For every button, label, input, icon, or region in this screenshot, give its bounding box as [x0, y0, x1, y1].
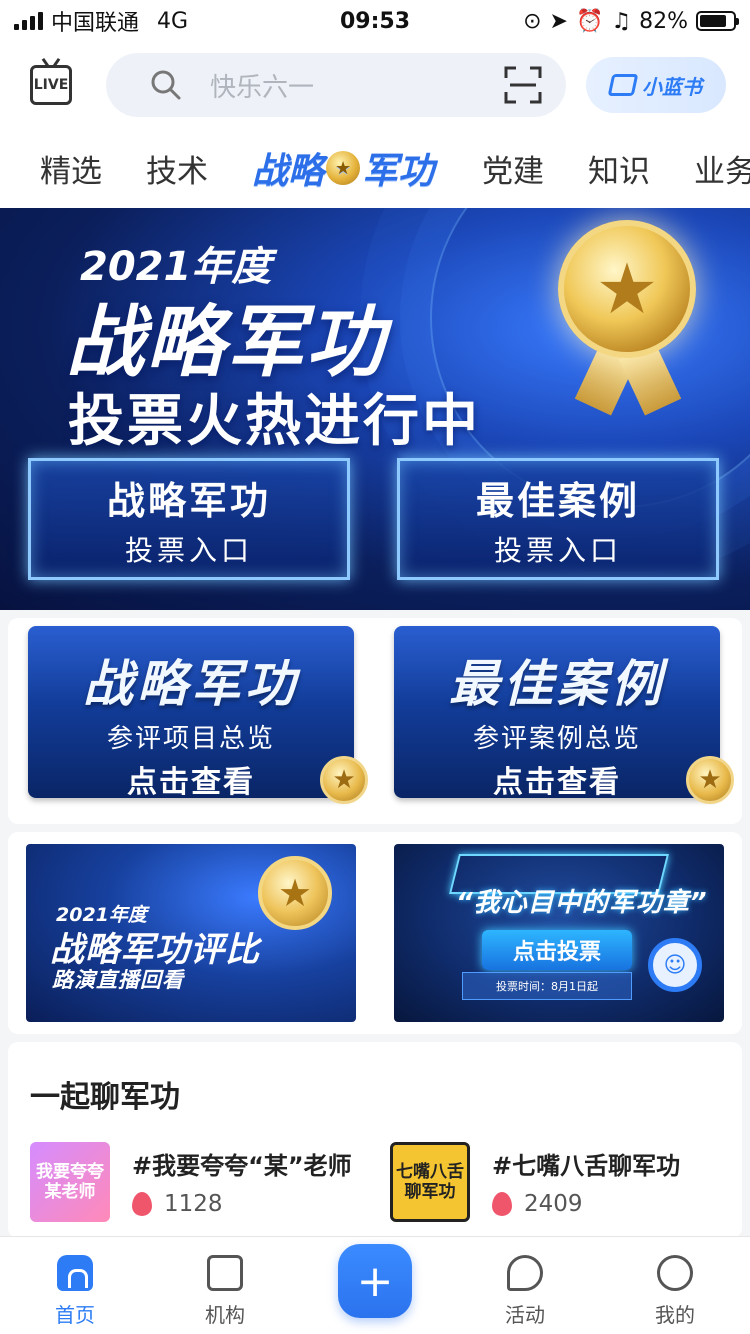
- nav-profile[interactable]: 我的: [600, 1237, 750, 1334]
- xiaolanshu-label: 小蓝书: [642, 74, 702, 99]
- promo-panel: ★ 2021年度 战略军功评比 路演直播回看 “我心目中的军功章” 点击投票 投…: [8, 832, 742, 1034]
- flame-icon: [132, 1192, 152, 1216]
- topic-thumbnail: 我要夸夸某老师: [30, 1142, 110, 1222]
- card-subtitle: 参评案例总览: [472, 724, 641, 754]
- tab-dangjian[interactable]: 党建: [482, 146, 544, 191]
- topic-hot-count: 2409: [524, 1191, 583, 1217]
- network-type: 4G: [157, 8, 189, 34]
- vote-entry-title: 最佳案例: [475, 478, 640, 523]
- nav-activity[interactable]: 活动: [450, 1237, 600, 1334]
- banner-title: “我心目中的军功章”: [456, 888, 708, 918]
- search-placeholder: 快乐六一: [210, 72, 315, 103]
- hero-subtitle: 投票火热进行中: [68, 389, 481, 454]
- medal-icon: ★: [320, 756, 368, 804]
- hero-banner[interactable]: 2021年度 战略军功 投票火热进行中 ★ 战略军功 投票入口 最佳案例 投票入…: [0, 208, 750, 610]
- gold-medal-icon: ★: [558, 220, 696, 358]
- case-overview-card[interactable]: 最佳案例 参评案例总览 点击查看: [394, 626, 720, 798]
- location-icon: ➤: [549, 8, 568, 34]
- tab-yewu[interactable]: 业务: [694, 146, 750, 191]
- topic-item[interactable]: 我要夸夸某老师 #我要夸夸“某”老师 1128: [30, 1142, 352, 1222]
- activity-icon: [507, 1255, 543, 1291]
- live-tv-icon[interactable]: LIVE: [30, 65, 72, 105]
- search-icon: [151, 70, 181, 100]
- vote-entry-title: 战略军功: [106, 478, 271, 523]
- topic-section: 一起聊军功 我要夸夸某老师 #我要夸夸“某”老师 1128 七嘴八舌聊军功 #七…: [8, 1042, 742, 1238]
- top-header: LIVE 快乐六一 小蓝书: [0, 42, 750, 128]
- mascot-icon: ☺: [648, 938, 702, 992]
- topic-name: #七嘴八舌聊军功: [492, 1152, 681, 1180]
- category-tabs: 精选 技术 战略 ★ 军功 党建 知识 业务: [0, 128, 750, 208]
- vote-entry-zhanlue-button[interactable]: 战略军功 投票入口: [28, 458, 350, 580]
- bottom-nav: 首页 机构 + 活动 我的: [0, 1236, 750, 1334]
- topic-item[interactable]: 七嘴八舌聊军功 #七嘴八舌聊军功 2409: [390, 1142, 680, 1222]
- vote-entry-anli-button[interactable]: 最佳案例 投票入口: [397, 458, 719, 580]
- livestream-replay-banner[interactable]: ★ 2021年度 战略军功评比 路演直播回看: [26, 844, 356, 1022]
- nav-label: 我的: [655, 1303, 695, 1327]
- gold-medal-icon: ★: [258, 856, 332, 930]
- nav-org[interactable]: 机构: [150, 1237, 300, 1334]
- tab-zhanlue-jungong[interactable]: 战略 ★ 军功: [252, 142, 434, 194]
- scan-icon[interactable]: [504, 66, 542, 104]
- headphones-icon: ♫: [611, 8, 632, 34]
- battery-percent: 82%: [639, 8, 688, 34]
- plus-icon: +: [338, 1244, 412, 1318]
- tab-jingxuan[interactable]: 精选: [40, 146, 102, 191]
- live-label: LIVE: [33, 77, 69, 93]
- nav-add[interactable]: +: [300, 1237, 450, 1334]
- rotation-lock-icon: ⊙: [523, 8, 542, 34]
- home-icon: [57, 1255, 93, 1291]
- topic-hot-count: 1128: [164, 1191, 223, 1217]
- profile-icon: [657, 1255, 693, 1291]
- topic-name: #我要夸夸“某”老师: [132, 1152, 352, 1180]
- card-title: 战略军功: [83, 655, 299, 713]
- nav-label: 首页: [55, 1303, 95, 1327]
- nav-home[interactable]: 首页: [0, 1237, 150, 1334]
- battery-icon: [696, 11, 739, 31]
- alarm-icon: ⏰: [575, 8, 604, 34]
- vote-medal-banner[interactable]: “我心目中的军功章” 点击投票 投票时间：8月1日起 ☺: [394, 844, 724, 1022]
- org-icon: [207, 1255, 243, 1291]
- card-action: 点击查看: [127, 765, 255, 798]
- tab-jishu[interactable]: 技术: [146, 146, 208, 191]
- card-action: 点击查看: [493, 765, 621, 798]
- medal-icon: ★: [686, 756, 734, 804]
- search-bar[interactable]: 快乐六一: [106, 53, 566, 117]
- vote-entry-label: 投票入口: [493, 533, 622, 567]
- signal-icon: [14, 12, 43, 30]
- section-title: 一起聊军功: [30, 1080, 180, 1115]
- carrier-name: 中国联通: [51, 11, 140, 36]
- card-subtitle: 参评项目总览: [106, 724, 275, 754]
- status-bar: 中国联通 4G 09:53 ⊙ ➤ ⏰ ♫ 82%: [0, 0, 750, 42]
- vote-time: 投票时间：8月1日起: [462, 972, 632, 1000]
- overview-panel: 战略军功 参评项目总览 点击查看 ★ 最佳案例 参评案例总览 点击查看 ★: [8, 618, 742, 824]
- flame-icon: [492, 1192, 512, 1216]
- banner-subtitle: 路演直播回看: [52, 968, 184, 992]
- tab-special-part2: 军功: [362, 151, 435, 192]
- tab-special-part1: 战略: [252, 151, 325, 192]
- medal-icon: ★: [326, 151, 361, 185]
- nav-label: 活动: [505, 1303, 545, 1327]
- card-title: 最佳案例: [449, 655, 665, 713]
- topic-thumbnail: 七嘴八舌聊军功: [390, 1142, 470, 1222]
- tab-zhishi[interactable]: 知识: [588, 146, 650, 191]
- book-icon: [607, 74, 639, 96]
- nav-label: 机构: [205, 1303, 245, 1327]
- project-overview-card[interactable]: 战略军功 参评项目总览 点击查看: [28, 626, 354, 798]
- vote-button[interactable]: 点击投票: [482, 930, 632, 970]
- xiaolanshu-button[interactable]: 小蓝书: [586, 57, 726, 113]
- vote-entry-label: 投票入口: [124, 533, 253, 567]
